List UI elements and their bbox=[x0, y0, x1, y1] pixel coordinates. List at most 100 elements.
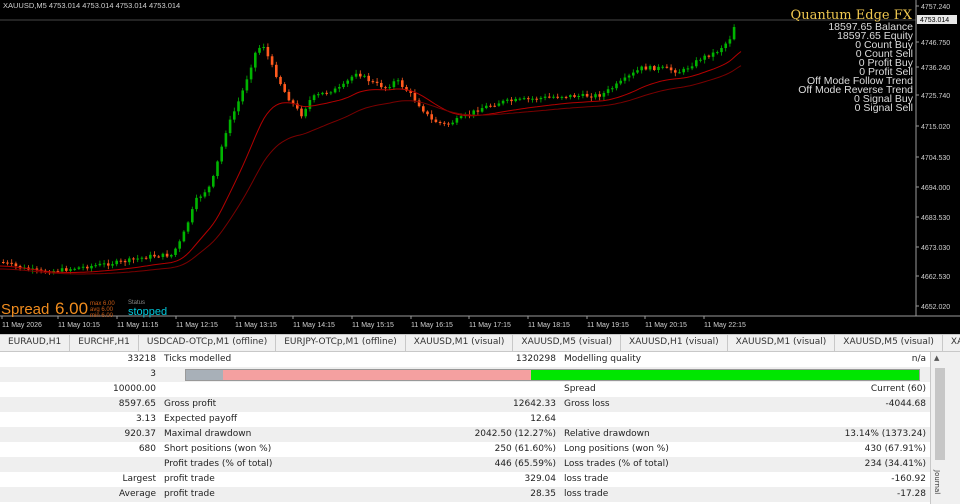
candle-body bbox=[149, 254, 152, 259]
candle-body bbox=[191, 209, 194, 223]
candle-body bbox=[472, 110, 475, 115]
report-cell: 430 (67.91%) bbox=[864, 444, 926, 454]
chart-tabs: EURAUD,H1 EURCHF,H1 USDCAD-OTCp,M1 (offlin… bbox=[0, 334, 960, 352]
candle-body bbox=[65, 268, 68, 271]
price-chart[interactable]: XAUUSD,M5 4753.014 4753.014 4753.014 475… bbox=[0, 0, 960, 334]
candle-body bbox=[6, 262, 9, 264]
candle-body bbox=[363, 75, 366, 77]
report-cell: 13.14% (1373.24) bbox=[730, 427, 930, 442]
chart-tab[interactable]: XAUUSD,M1 (visual) bbox=[728, 335, 836, 351]
report-cell: Spread bbox=[564, 384, 596, 394]
scrollbar-thumb[interactable] bbox=[935, 368, 945, 460]
chart-tab[interactable]: XAUUSD,M1 (visual) bbox=[406, 335, 514, 351]
candle-body bbox=[535, 98, 538, 100]
report-row: Average profit trade 28.35 loss trade -17.28 bbox=[0, 487, 930, 502]
candle-body bbox=[434, 119, 438, 122]
candle-body bbox=[711, 52, 715, 57]
candle-body bbox=[325, 92, 328, 94]
quality-bar-red bbox=[222, 370, 531, 380]
candle-body bbox=[627, 75, 631, 78]
chart-tab[interactable]: XAUUSD,M5 (visual) bbox=[835, 335, 943, 351]
candle-body bbox=[594, 94, 597, 98]
candle-body bbox=[653, 66, 656, 70]
candle-body bbox=[300, 108, 303, 117]
report-cell: Relative drawdown bbox=[560, 427, 730, 442]
chart-tab[interactable]: XAUUSD,H1 (visual) bbox=[621, 335, 728, 351]
tester-report: 33218 Ticks modelled 1320298 Modelling qual… bbox=[0, 352, 930, 504]
chart-tab[interactable]: EURCHF,H1 bbox=[70, 335, 139, 351]
candle-body bbox=[107, 263, 110, 266]
candle-body bbox=[388, 87, 391, 89]
candle-body bbox=[686, 68, 690, 70]
candle-body bbox=[552, 96, 555, 98]
report-cell: 329.04 bbox=[524, 474, 557, 484]
time-label: 11 May 12:15 bbox=[176, 322, 218, 329]
chart-tab[interactable]: EURJPY-OTCp,M1 (offline) bbox=[276, 335, 406, 351]
candle-body bbox=[598, 94, 601, 97]
candle-body bbox=[69, 269, 72, 271]
candle-body bbox=[602, 92, 606, 97]
candle-body bbox=[493, 105, 496, 107]
price-label: 4757.240 bbox=[921, 4, 950, 11]
candle-body bbox=[606, 89, 610, 93]
candle-body bbox=[308, 100, 312, 109]
candle-body bbox=[233, 111, 236, 120]
candle-body bbox=[447, 123, 450, 125]
candle-body bbox=[132, 258, 135, 260]
candle-body bbox=[350, 76, 354, 81]
price-label: 4683.530 bbox=[921, 215, 950, 222]
candle-body bbox=[703, 55, 706, 60]
candle-body bbox=[619, 80, 622, 84]
candle-body bbox=[94, 265, 97, 267]
candle-body bbox=[329, 92, 333, 94]
candle-body bbox=[732, 27, 736, 40]
time-label: 11 May 16:15 bbox=[411, 322, 453, 329]
candle-body bbox=[682, 68, 685, 73]
candle-body bbox=[275, 64, 278, 77]
candle-body bbox=[371, 81, 375, 83]
candle-body bbox=[170, 254, 173, 257]
report-cell: n/a bbox=[911, 354, 926, 364]
candle-body bbox=[14, 263, 18, 267]
candle-body bbox=[531, 98, 534, 100]
chart-tab[interactable]: XAUUSD,M5 (vi bbox=[943, 335, 960, 351]
status-value: stopped bbox=[128, 306, 167, 318]
candle-body bbox=[695, 60, 698, 67]
candle-body bbox=[636, 70, 639, 73]
report-cell: 3 bbox=[0, 367, 160, 382]
time-label: 11 May 13:15 bbox=[235, 322, 277, 329]
candle-body bbox=[157, 256, 160, 258]
price-label: 4725.740 bbox=[921, 93, 950, 100]
candle-body bbox=[514, 98, 517, 102]
candle-body bbox=[86, 266, 89, 269]
chart-tab[interactable]: USDCAD-OTCp,M1 (offline) bbox=[139, 335, 277, 351]
candle-body bbox=[317, 94, 320, 96]
time-axis: 11 May 2026 11 May 10:15 11 May 11:15 11 Ma… bbox=[1, 316, 746, 329]
report-row: 920.37 Maximal drawdown 2042.50 (12.27%) Re… bbox=[0, 427, 930, 442]
candle-body bbox=[228, 119, 232, 134]
scroll-up-icon[interactable]: ▲ bbox=[934, 354, 939, 362]
chart-tab[interactable]: XAUUSD,M5 (visual) bbox=[513, 335, 622, 351]
time-label: 11 May 11:15 bbox=[117, 322, 158, 329]
report-cell bbox=[0, 457, 160, 472]
candle-body bbox=[165, 253, 169, 257]
price-label: 4746.750 bbox=[921, 40, 950, 47]
price-label: 4662.530 bbox=[921, 274, 950, 281]
spread-min: min 6.00 bbox=[90, 313, 114, 319]
price-label: 4736.240 bbox=[921, 65, 950, 72]
report-cell: 1320298 bbox=[515, 354, 556, 364]
report-cell: loss trade bbox=[560, 487, 730, 502]
candle-body bbox=[304, 108, 307, 117]
report-row: 680 Short positions (won %) 250 (61.60%) Lo… bbox=[0, 442, 930, 457]
side-tab[interactable]: Journal bbox=[933, 470, 941, 494]
spread-value: 6.00 bbox=[55, 299, 88, 318]
chart-tab[interactable]: EURAUD,H1 bbox=[0, 335, 71, 351]
candle-body bbox=[144, 257, 148, 259]
report-cell: 12642.33 bbox=[360, 397, 560, 412]
candle-body bbox=[518, 98, 522, 100]
candle-body bbox=[539, 97, 543, 100]
candle-body bbox=[413, 92, 417, 101]
time-label: 11 May 2026 bbox=[2, 322, 42, 329]
candle-body bbox=[564, 96, 568, 98]
candle-body bbox=[527, 98, 530, 100]
